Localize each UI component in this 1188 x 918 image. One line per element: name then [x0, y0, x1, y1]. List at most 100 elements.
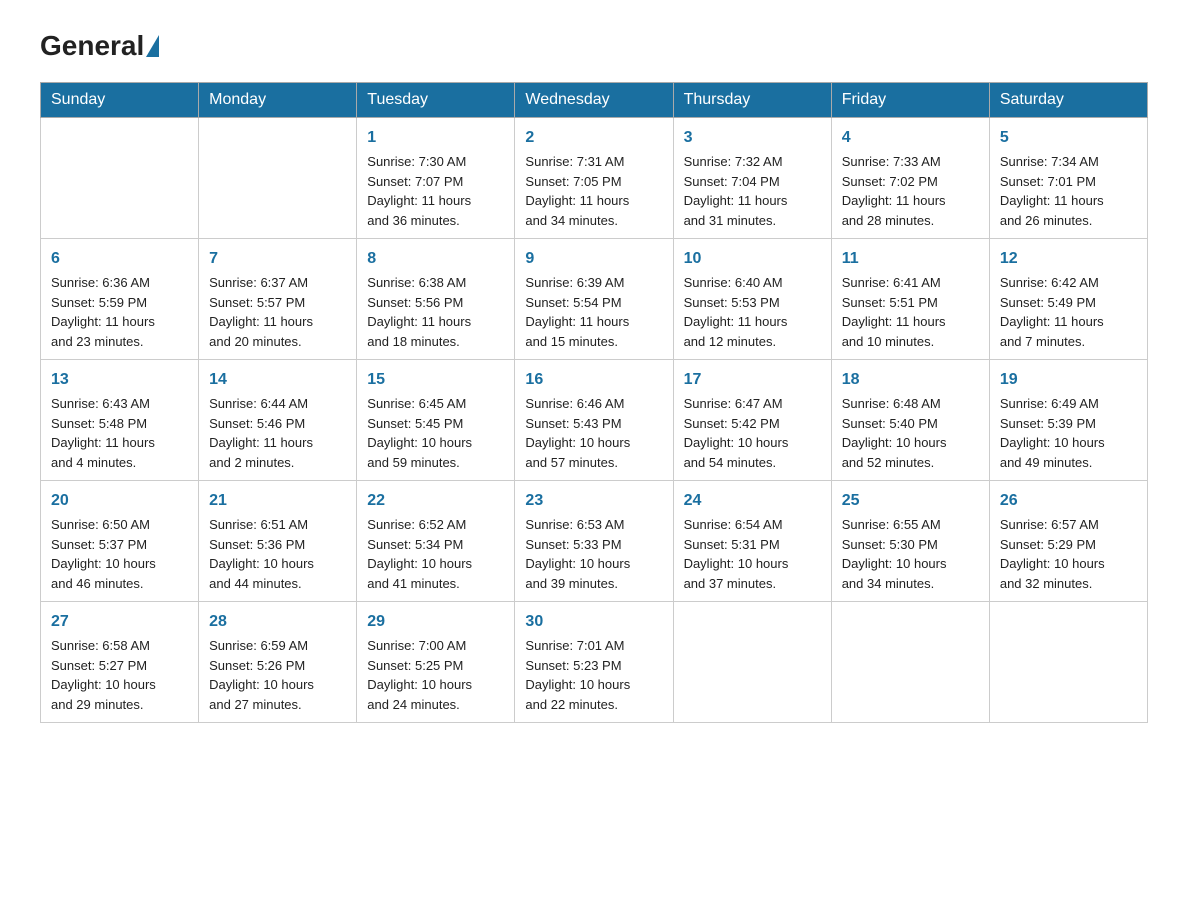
calendar-cell: 4Sunrise: 7:33 AM Sunset: 7:02 PM Daylig… — [831, 118, 989, 239]
weekday-header-saturday: Saturday — [989, 83, 1147, 118]
day-number: 28 — [209, 610, 346, 634]
day-number: 18 — [842, 368, 979, 392]
day-info: Sunrise: 6:48 AM Sunset: 5:40 PM Dayligh… — [842, 394, 979, 472]
day-info: Sunrise: 7:31 AM Sunset: 7:05 PM Dayligh… — [525, 152, 662, 230]
day-number: 12 — [1000, 247, 1137, 271]
day-number: 1 — [367, 126, 504, 150]
calendar-cell: 12Sunrise: 6:42 AM Sunset: 5:49 PM Dayli… — [989, 239, 1147, 360]
calendar-week-row: 6Sunrise: 6:36 AM Sunset: 5:59 PM Daylig… — [41, 239, 1148, 360]
page-header: General — [40, 30, 1148, 62]
calendar-cell: 22Sunrise: 6:52 AM Sunset: 5:34 PM Dayli… — [357, 481, 515, 602]
calendar-week-row: 20Sunrise: 6:50 AM Sunset: 5:37 PM Dayli… — [41, 481, 1148, 602]
day-number: 11 — [842, 247, 979, 271]
calendar-cell: 16Sunrise: 6:46 AM Sunset: 5:43 PM Dayli… — [515, 360, 673, 481]
weekday-header-wednesday: Wednesday — [515, 83, 673, 118]
day-info: Sunrise: 7:30 AM Sunset: 7:07 PM Dayligh… — [367, 152, 504, 230]
calendar-cell: 18Sunrise: 6:48 AM Sunset: 5:40 PM Dayli… — [831, 360, 989, 481]
day-number: 24 — [684, 489, 821, 513]
weekday-header-thursday: Thursday — [673, 83, 831, 118]
day-info: Sunrise: 7:00 AM Sunset: 5:25 PM Dayligh… — [367, 636, 504, 714]
day-number: 15 — [367, 368, 504, 392]
day-info: Sunrise: 6:52 AM Sunset: 5:34 PM Dayligh… — [367, 515, 504, 593]
calendar-cell — [673, 602, 831, 723]
calendar-cell: 25Sunrise: 6:55 AM Sunset: 5:30 PM Dayli… — [831, 481, 989, 602]
calendar-cell: 2Sunrise: 7:31 AM Sunset: 7:05 PM Daylig… — [515, 118, 673, 239]
day-info: Sunrise: 6:54 AM Sunset: 5:31 PM Dayligh… — [684, 515, 821, 593]
day-info: Sunrise: 6:49 AM Sunset: 5:39 PM Dayligh… — [1000, 394, 1137, 472]
calendar-cell: 14Sunrise: 6:44 AM Sunset: 5:46 PM Dayli… — [199, 360, 357, 481]
day-info: Sunrise: 7:34 AM Sunset: 7:01 PM Dayligh… — [1000, 152, 1137, 230]
calendar-cell: 26Sunrise: 6:57 AM Sunset: 5:29 PM Dayli… — [989, 481, 1147, 602]
calendar-cell: 20Sunrise: 6:50 AM Sunset: 5:37 PM Dayli… — [41, 481, 199, 602]
day-number: 19 — [1000, 368, 1137, 392]
day-info: Sunrise: 6:45 AM Sunset: 5:45 PM Dayligh… — [367, 394, 504, 472]
day-number: 2 — [525, 126, 662, 150]
day-number: 3 — [684, 126, 821, 150]
calendar-cell: 24Sunrise: 6:54 AM Sunset: 5:31 PM Dayli… — [673, 481, 831, 602]
calendar-cell: 3Sunrise: 7:32 AM Sunset: 7:04 PM Daylig… — [673, 118, 831, 239]
day-number: 26 — [1000, 489, 1137, 513]
day-number: 9 — [525, 247, 662, 271]
weekday-header-row: SundayMondayTuesdayWednesdayThursdayFrid… — [41, 83, 1148, 118]
calendar-table: SundayMondayTuesdayWednesdayThursdayFrid… — [40, 82, 1148, 723]
logo-triangle-icon — [146, 35, 159, 57]
day-info: Sunrise: 6:42 AM Sunset: 5:49 PM Dayligh… — [1000, 273, 1137, 351]
calendar-cell: 15Sunrise: 6:45 AM Sunset: 5:45 PM Dayli… — [357, 360, 515, 481]
weekday-header-monday: Monday — [199, 83, 357, 118]
day-number: 20 — [51, 489, 188, 513]
logo-general-text: General — [40, 30, 144, 62]
calendar-cell: 6Sunrise: 6:36 AM Sunset: 5:59 PM Daylig… — [41, 239, 199, 360]
calendar-cell: 19Sunrise: 6:49 AM Sunset: 5:39 PM Dayli… — [989, 360, 1147, 481]
day-number: 16 — [525, 368, 662, 392]
day-number: 10 — [684, 247, 821, 271]
day-info: Sunrise: 6:55 AM Sunset: 5:30 PM Dayligh… — [842, 515, 979, 593]
day-info: Sunrise: 6:43 AM Sunset: 5:48 PM Dayligh… — [51, 394, 188, 472]
logo: General — [40, 30, 159, 62]
calendar-cell: 5Sunrise: 7:34 AM Sunset: 7:01 PM Daylig… — [989, 118, 1147, 239]
day-number: 23 — [525, 489, 662, 513]
calendar-cell: 7Sunrise: 6:37 AM Sunset: 5:57 PM Daylig… — [199, 239, 357, 360]
calendar-week-row: 27Sunrise: 6:58 AM Sunset: 5:27 PM Dayli… — [41, 602, 1148, 723]
calendar-cell — [199, 118, 357, 239]
day-number: 21 — [209, 489, 346, 513]
day-info: Sunrise: 6:37 AM Sunset: 5:57 PM Dayligh… — [209, 273, 346, 351]
day-info: Sunrise: 6:50 AM Sunset: 5:37 PM Dayligh… — [51, 515, 188, 593]
calendar-cell: 10Sunrise: 6:40 AM Sunset: 5:53 PM Dayli… — [673, 239, 831, 360]
day-number: 25 — [842, 489, 979, 513]
day-number: 27 — [51, 610, 188, 634]
calendar-cell: 9Sunrise: 6:39 AM Sunset: 5:54 PM Daylig… — [515, 239, 673, 360]
day-info: Sunrise: 6:59 AM Sunset: 5:26 PM Dayligh… — [209, 636, 346, 714]
weekday-header-sunday: Sunday — [41, 83, 199, 118]
calendar-cell: 13Sunrise: 6:43 AM Sunset: 5:48 PM Dayli… — [41, 360, 199, 481]
calendar-cell: 17Sunrise: 6:47 AM Sunset: 5:42 PM Dayli… — [673, 360, 831, 481]
day-number: 5 — [1000, 126, 1137, 150]
day-info: Sunrise: 6:46 AM Sunset: 5:43 PM Dayligh… — [525, 394, 662, 472]
weekday-header-tuesday: Tuesday — [357, 83, 515, 118]
calendar-cell — [831, 602, 989, 723]
calendar-cell: 29Sunrise: 7:00 AM Sunset: 5:25 PM Dayli… — [357, 602, 515, 723]
calendar-cell — [989, 602, 1147, 723]
day-info: Sunrise: 6:38 AM Sunset: 5:56 PM Dayligh… — [367, 273, 504, 351]
calendar-cell: 21Sunrise: 6:51 AM Sunset: 5:36 PM Dayli… — [199, 481, 357, 602]
calendar-cell: 27Sunrise: 6:58 AM Sunset: 5:27 PM Dayli… — [41, 602, 199, 723]
calendar-cell — [41, 118, 199, 239]
calendar-cell: 30Sunrise: 7:01 AM Sunset: 5:23 PM Dayli… — [515, 602, 673, 723]
day-info: Sunrise: 6:41 AM Sunset: 5:51 PM Dayligh… — [842, 273, 979, 351]
day-info: Sunrise: 6:51 AM Sunset: 5:36 PM Dayligh… — [209, 515, 346, 593]
day-info: Sunrise: 7:01 AM Sunset: 5:23 PM Dayligh… — [525, 636, 662, 714]
calendar-cell: 8Sunrise: 6:38 AM Sunset: 5:56 PM Daylig… — [357, 239, 515, 360]
day-number: 22 — [367, 489, 504, 513]
day-number: 7 — [209, 247, 346, 271]
day-info: Sunrise: 6:39 AM Sunset: 5:54 PM Dayligh… — [525, 273, 662, 351]
day-info: Sunrise: 6:40 AM Sunset: 5:53 PM Dayligh… — [684, 273, 821, 351]
day-info: Sunrise: 6:36 AM Sunset: 5:59 PM Dayligh… — [51, 273, 188, 351]
day-info: Sunrise: 6:58 AM Sunset: 5:27 PM Dayligh… — [51, 636, 188, 714]
day-info: Sunrise: 7:32 AM Sunset: 7:04 PM Dayligh… — [684, 152, 821, 230]
calendar-week-row: 1Sunrise: 7:30 AM Sunset: 7:07 PM Daylig… — [41, 118, 1148, 239]
day-info: Sunrise: 6:53 AM Sunset: 5:33 PM Dayligh… — [525, 515, 662, 593]
day-info: Sunrise: 6:47 AM Sunset: 5:42 PM Dayligh… — [684, 394, 821, 472]
day-number: 4 — [842, 126, 979, 150]
calendar-cell: 1Sunrise: 7:30 AM Sunset: 7:07 PM Daylig… — [357, 118, 515, 239]
day-info: Sunrise: 7:33 AM Sunset: 7:02 PM Dayligh… — [842, 152, 979, 230]
day-number: 30 — [525, 610, 662, 634]
